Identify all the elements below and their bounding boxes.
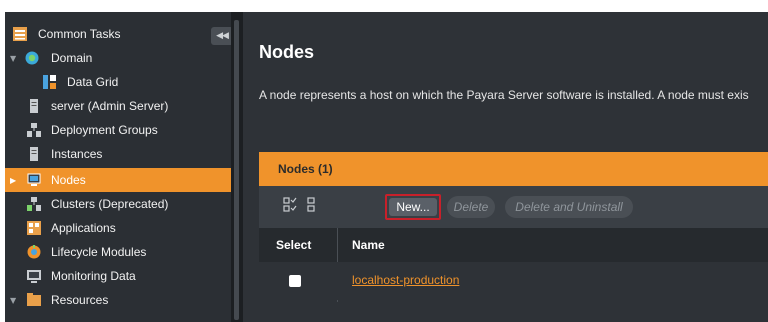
tree-item-label: Nodes [51,173,86,187]
clusters-icon [27,197,41,211]
tree-item-label: Clusters (Deprecated) [51,197,169,211]
navigation-tree: Common Tasks ▼ Domain Data Grid server (… [5,12,231,322]
table-toolbar: New... Delete Delete and Uninstall [259,186,768,228]
nodes-icon [27,173,41,186]
main-content: Nodes A node represents a host on which … [243,12,768,322]
delete-button[interactable]: Delete [447,196,495,218]
splitter-grip[interactable] [234,20,239,320]
deselect-all-icon[interactable] [305,197,319,213]
table-title: Nodes (1) [278,162,333,176]
page-description: A node represents a host on which the Pa… [259,88,749,102]
tree-item-label: Domain [51,51,93,65]
table-header-row: Select Name [259,228,768,302]
node-name-link[interactable]: localhost-production [352,273,459,287]
tree-item-lifecycle-modules[interactable]: Lifecycle Modules [5,240,231,264]
tree-item-monitoring-data[interactable]: Monitoring Data [5,264,231,288]
tree-item-domain[interactable]: ▼ Domain [5,46,231,70]
tree-item-common-tasks[interactable]: Common Tasks [5,22,231,46]
common-tasks-icon [13,27,27,41]
tree-item-label: Instances [51,147,103,161]
applications-icon [27,221,41,235]
domain-icon [25,51,39,65]
tree-item-label: server (Admin Server) [51,99,169,113]
new-button[interactable]: New... [389,198,437,216]
tree-item-nodes[interactable]: ▶ Nodes [5,168,231,192]
expand-arrow-icon[interactable]: ▶ [10,176,16,185]
resources-icon [27,293,41,306]
page-title: Nodes [259,42,315,62]
tree-item-label: Monitoring Data [51,269,136,283]
deployment-groups-icon [27,123,41,137]
monitoring-data-icon [27,270,41,283]
tree-item-label: Lifecycle Modules [51,245,147,259]
tree-item-label: Data Grid [67,75,119,89]
row-select-checkbox[interactable] [289,275,301,287]
table-title-bar: Nodes (1) [259,152,768,186]
tree-item-instances[interactable]: Instances [5,142,231,166]
tree-item-data-grid[interactable]: Data Grid [5,70,231,94]
server-icon [30,99,38,113]
tree-item-label: Deployment Groups [51,123,158,137]
column-header-select[interactable]: Select [276,238,311,252]
collapse-sidebar-button[interactable]: ◀◀ [211,27,231,45]
tree-item-label: Applications [51,221,116,235]
expand-arrow-icon[interactable]: ▼ [10,296,16,305]
admin-console: Common Tasks ▼ Domain Data Grid server (… [0,0,768,322]
tree-item-applications[interactable]: Applications [5,216,231,240]
select-all-icon[interactable] [283,197,297,213]
tree-item-server[interactable]: server (Admin Server) [5,94,231,118]
tree-item-clusters[interactable]: Clusters (Deprecated) [5,192,231,216]
data-grid-icon [43,75,56,89]
instances-icon [30,147,38,161]
tree-item-label: Resources [51,293,109,307]
column-header-name[interactable]: Name [352,238,385,252]
delete-and-uninstall-button[interactable]: Delete and Uninstall [505,196,633,218]
sidebar-splitter[interactable] [231,12,243,322]
expand-arrow-icon[interactable]: ▼ [10,54,16,63]
tree-item-label: Common Tasks [38,27,121,41]
tree-item-deployment-groups[interactable]: Deployment Groups [5,118,231,142]
new-button-highlight: New... [385,194,441,220]
tree-item-resources[interactable]: ▼ Resources [5,288,231,312]
lifecycle-modules-icon [27,245,41,259]
table-row: localhost-production [259,262,768,300]
